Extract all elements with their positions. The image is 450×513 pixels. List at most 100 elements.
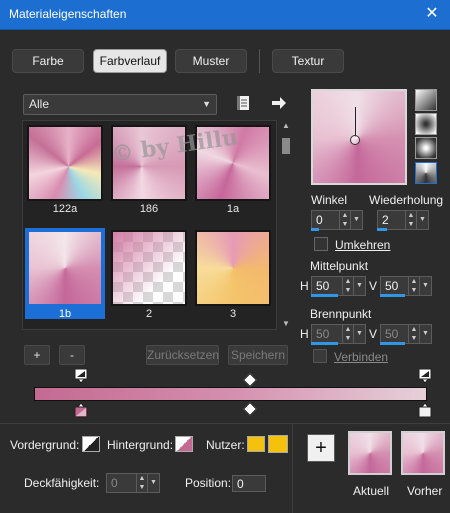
spin-arrows-icon[interactable]: ▲ ▼ bbox=[408, 277, 419, 295]
center-handle[interactable] bbox=[350, 135, 360, 145]
angle-level bbox=[311, 228, 319, 231]
angle-label: Winkel bbox=[311, 193, 348, 207]
radial-style-button[interactable] bbox=[415, 137, 437, 159]
gradient-item[interactable]: 3 bbox=[193, 228, 273, 320]
center-h-label: H bbox=[300, 279, 309, 293]
spin-arrows-icon[interactable]: ▲ ▼ bbox=[405, 211, 416, 229]
opacity-spinner[interactable]: 0 ▲ ▼ ▼ bbox=[106, 473, 160, 493]
chevron-down-icon[interactable]: ▼ bbox=[419, 324, 432, 344]
opacity-value: 0 bbox=[111, 476, 118, 490]
tab-muster[interactable]: Muster bbox=[175, 49, 247, 73]
center-v-spinner[interactable]: 50 ▲ ▼ ▼ bbox=[380, 276, 432, 296]
center-h-spinner[interactable]: 50 ▲ ▼ ▼ bbox=[311, 276, 366, 296]
start-color-stop-top[interactable] bbox=[74, 368, 88, 384]
repeat-spinner[interactable]: 2 ▲ ▼ ▼ bbox=[377, 210, 429, 230]
chevron-down-icon[interactable]: ▼ bbox=[147, 473, 160, 493]
gradient-bar[interactable] bbox=[34, 387, 427, 401]
focus-v-value: 50 bbox=[385, 327, 399, 341]
tab-farbverlauf[interactable]: Farbverlauf bbox=[93, 49, 167, 73]
focus-h-spinner[interactable]: 50 ▲ ▼ ▼ bbox=[311, 324, 366, 344]
divider bbox=[292, 424, 293, 513]
spin-arrows-icon[interactable]: ▲ ▼ bbox=[342, 325, 353, 343]
background-label: Hintergrund: bbox=[107, 438, 174, 452]
gradient-item-label: 3 bbox=[229, 308, 237, 320]
gradient-item[interactable]: 2 bbox=[109, 228, 189, 320]
center-h-level bbox=[311, 294, 338, 297]
chevron-down-icon[interactable]: ▼ bbox=[353, 276, 366, 296]
gradient-item-label: 1b bbox=[58, 308, 72, 320]
divider bbox=[0, 423, 450, 424]
angle-spinner[interactable]: 0 ▲ ▼ ▼ bbox=[311, 210, 363, 230]
save-button[interactable]: Speichern bbox=[228, 345, 288, 365]
category-value: Alle bbox=[29, 97, 50, 111]
gradient-item-label: 2 bbox=[145, 308, 153, 320]
chevron-down-icon[interactable]: ▼ bbox=[350, 210, 363, 230]
gradient-item[interactable]: 122a bbox=[25, 123, 105, 215]
gradient-swatch bbox=[27, 230, 103, 306]
invert-checkbox[interactable] bbox=[314, 237, 328, 251]
focus-h-level bbox=[311, 342, 338, 345]
gradient-item[interactable]: 1b bbox=[25, 228, 105, 320]
current-label: Aktuell bbox=[353, 484, 390, 498]
gradient-swatch bbox=[27, 125, 103, 201]
focus-h-label: H bbox=[300, 327, 309, 341]
chevron-down-icon[interactable]: ▼ bbox=[419, 276, 432, 296]
chevron-down-icon[interactable]: ▼ bbox=[353, 324, 366, 344]
repeat-value: 2 bbox=[382, 213, 389, 227]
link-checkbox[interactable] bbox=[313, 349, 327, 363]
user-swatch-small[interactable] bbox=[247, 436, 265, 452]
center-v-level bbox=[380, 294, 405, 297]
new-gradient-button[interactable]: + bbox=[307, 434, 335, 462]
background-swatch[interactable] bbox=[175, 436, 193, 452]
rectangular-style-button[interactable] bbox=[415, 113, 437, 135]
gradient-preview[interactable] bbox=[311, 89, 407, 185]
repeat-level bbox=[377, 228, 387, 231]
category-dropdown[interactable]: Alle ▼ bbox=[23, 94, 217, 115]
user-swatch-large[interactable] bbox=[268, 435, 288, 453]
reset-button[interactable]: Zurücksetzen bbox=[146, 345, 219, 365]
tab-divider bbox=[259, 49, 260, 73]
scroll-down-icon[interactable]: ▼ bbox=[279, 318, 293, 330]
previous-preview[interactable] bbox=[401, 431, 445, 475]
gradient-item-label: 186 bbox=[139, 203, 159, 215]
focus-h-value: 50 bbox=[316, 327, 330, 341]
tab-farbe[interactable]: Farbe bbox=[12, 49, 84, 73]
window-title: Materialeigenschaften bbox=[9, 7, 127, 21]
top-midpoint-handle[interactable] bbox=[242, 372, 258, 388]
gallery-scrollbar[interactable]: ▲ ▼ bbox=[279, 120, 293, 330]
sunburst-style-button[interactable] bbox=[415, 162, 437, 184]
close-icon[interactable]: ✕ bbox=[422, 4, 442, 24]
chevron-down-icon: ▼ bbox=[202, 99, 211, 109]
start-color-stop[interactable] bbox=[74, 402, 88, 418]
arrow-right-icon[interactable] bbox=[271, 95, 287, 111]
invert-label: Umkehren bbox=[335, 238, 391, 252]
focus-v-label: V bbox=[369, 327, 378, 341]
end-color-stop-top[interactable] bbox=[418, 368, 432, 384]
center-label: Mittelpunkt bbox=[310, 259, 369, 273]
center-v-label: V bbox=[369, 279, 378, 293]
focus-v-spinner[interactable]: 50 ▲ ▼ ▼ bbox=[380, 324, 432, 344]
scroll-up-icon[interactable]: ▲ bbox=[279, 120, 293, 132]
current-preview[interactable] bbox=[348, 431, 392, 475]
link-label: Verbinden bbox=[334, 350, 389, 364]
angle-value: 0 bbox=[316, 213, 323, 227]
spin-arrows-icon[interactable]: ▲ ▼ bbox=[408, 325, 419, 343]
position-input[interactable]: 0 bbox=[232, 475, 266, 492]
chevron-down-icon[interactable]: ▼ bbox=[416, 210, 429, 230]
spin-arrows-icon[interactable]: ▲ ▼ bbox=[136, 474, 147, 492]
position-value: 0 bbox=[237, 477, 244, 491]
foreground-swatch[interactable] bbox=[82, 436, 100, 452]
linear-style-button[interactable] bbox=[415, 89, 437, 111]
gradient-swatch bbox=[195, 230, 271, 306]
spin-arrows-icon[interactable]: ▲ ▼ bbox=[342, 277, 353, 295]
end-color-stop[interactable] bbox=[418, 402, 432, 418]
bottom-midpoint-handle[interactable] bbox=[242, 401, 258, 417]
remove-gradient-button[interactable]: - bbox=[59, 345, 85, 365]
angle-line bbox=[355, 107, 356, 137]
previous-label: Vorher bbox=[407, 484, 443, 498]
tab-textur[interactable]: Textur bbox=[272, 49, 344, 73]
scroll-thumb[interactable] bbox=[282, 138, 290, 154]
list-icon[interactable] bbox=[235, 95, 251, 111]
add-gradient-button[interactable]: + bbox=[24, 345, 50, 365]
spin-arrows-icon[interactable]: ▲ ▼ bbox=[339, 211, 350, 229]
